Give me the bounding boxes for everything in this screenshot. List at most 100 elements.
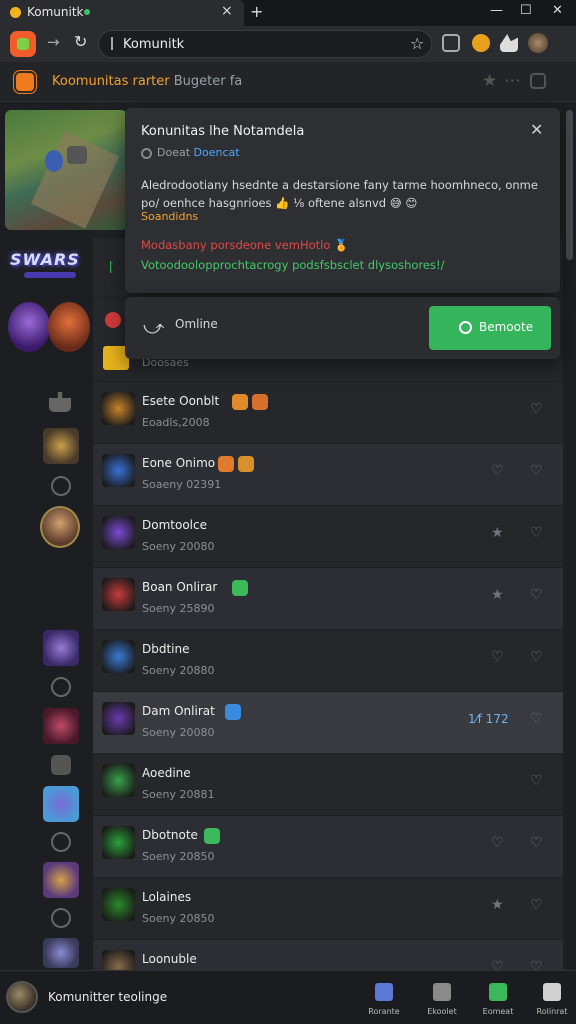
nav-item[interactable]: Rolinrat: [532, 977, 572, 1021]
forward-arrow-icon[interactable]: →: [47, 33, 60, 51]
heart-icon[interactable]: ♡: [530, 773, 543, 789]
row-thumbnail: [102, 516, 135, 549]
game-brand-logo[interactable]: SWARS: [10, 244, 90, 286]
maximize-button[interactable]: ☐: [520, 3, 532, 18]
champion-thumbnail[interactable]: [43, 428, 79, 464]
extensions-puzzle-icon[interactable]: [500, 34, 518, 52]
star-icon[interactable]: ★: [491, 897, 504, 913]
featured-game-image[interactable]: [5, 110, 127, 230]
community-logo-icon[interactable]: [14, 71, 36, 93]
sidebar-circle-icon[interactable]: [51, 832, 71, 852]
heart-icon[interactable]: ♡: [530, 463, 543, 479]
row-thumbnail: [102, 640, 135, 673]
reload-icon[interactable]: ↻: [74, 32, 87, 51]
primary-action-button[interactable]: Bemoote: [429, 306, 551, 350]
heart-icon[interactable]: ♡: [530, 835, 543, 851]
settings-icon[interactable]: [530, 73, 546, 89]
table-row[interactable]: Dbotnote Soeny 20850 ♡ ♡: [93, 816, 563, 878]
row-subtitle: Soeny 20880: [142, 664, 215, 677]
table-row[interactable]: Boan Onlirar Soeny 25890 ★ ♡: [93, 568, 563, 630]
brand-wordmark-image: SWARS: [10, 250, 80, 269]
like-icon[interactable]: ♡: [491, 835, 504, 851]
row-name: Lolaines: [142, 890, 192, 904]
nav-item[interactable]: Ekoolet: [422, 977, 462, 1021]
row-subtitle: Soeny 20850: [142, 912, 215, 925]
action-card: ⤻ Omline Bemoote: [125, 297, 560, 359]
popup-success-text: Votoodoolopprochtacrogy podsfsbsclet dly…: [141, 258, 445, 272]
table-row[interactable]: Lolaines Soeny 20850 ★ ♡: [93, 878, 563, 940]
sidebar-circle-icon[interactable]: [51, 677, 71, 697]
row-count: 1⁄f 172: [468, 712, 509, 726]
star-icon[interactable]: ★: [491, 587, 504, 603]
sidebar-circle-icon[interactable]: [51, 476, 71, 496]
nav-item-icon: [489, 983, 507, 1001]
nav-item-label: Rorante: [368, 1007, 400, 1016]
close-window-button[interactable]: ✕: [552, 3, 563, 18]
table-row[interactable]: Dam Onlirat Soeny 20080 1⁄f 172 ♡: [93, 692, 563, 754]
player-avatar[interactable]: [40, 506, 80, 548]
champion-thumbnail[interactable]: [43, 862, 79, 898]
popup-meta-link[interactable]: Doencat: [194, 146, 240, 159]
table-row[interactable]: Eone Onimo Soaeny 02391 ♡ ♡: [93, 444, 563, 506]
share-arrow-icon[interactable]: ⤻: [143, 315, 164, 339]
address-bar[interactable]: Komunitk ☆: [98, 30, 432, 58]
status-badge: [218, 456, 234, 472]
row-subtitle: Soeny 20080: [142, 726, 215, 739]
champion-avatar[interactable]: [8, 302, 50, 352]
favorite-star-icon[interactable]: ★: [482, 71, 497, 91]
nav-item[interactable]: Rorante: [364, 977, 404, 1021]
profile-avatar[interactable]: [6, 981, 38, 1013]
heart-icon[interactable]: ♡: [530, 711, 543, 727]
profile-name: Komunitter teolinge: [48, 990, 168, 1004]
like-icon[interactable]: ♡: [491, 463, 504, 479]
popup-meta: Doeat Doencat: [157, 146, 240, 159]
like-icon[interactable]: ♡: [491, 649, 504, 665]
heart-icon[interactable]: ♡: [530, 525, 543, 541]
tab-close-button[interactable]: ×: [221, 3, 233, 19]
app-logo-icon[interactable]: [10, 31, 36, 57]
champion-thumbnail[interactable]: [43, 786, 79, 822]
more-options-icon[interactable]: ⋯: [504, 71, 521, 91]
popup-title: Konunitas lhe Notamdela: [141, 124, 305, 139]
list-item-marker: [: [109, 260, 114, 274]
table-row[interactable]: Aoedine Soeny 20881 ♡: [93, 754, 563, 816]
site-info-icon[interactable]: [111, 37, 117, 50]
popup-warning-text: Modasbany porsdeone vemHotlo 🏅: [141, 238, 349, 252]
row-subtitle: Soaeny 02391: [142, 478, 222, 491]
browser-tab[interactable]: Komunitk ×: [0, 0, 244, 26]
heart-icon[interactable]: ♡: [530, 401, 543, 417]
heart-icon[interactable]: ♡: [530, 897, 543, 913]
brand-logo-bar: [24, 272, 76, 278]
status-badge: [204, 828, 220, 844]
extension-cookie-icon[interactable]: [472, 34, 490, 52]
reader-mode-icon[interactable]: [442, 34, 460, 52]
row-subtitle: Eoadls,2008: [142, 416, 210, 429]
champion-thumbnail[interactable]: [43, 708, 79, 744]
minimize-button[interactable]: —: [490, 3, 503, 18]
star-icon[interactable]: ★: [491, 525, 504, 541]
champion-avatar[interactable]: [48, 302, 90, 352]
table-row[interactable]: Dbdtine Soeny 20880 ♡ ♡: [93, 630, 563, 692]
address-bar-url[interactable]: Komunitk: [123, 37, 184, 52]
row-subtitle: Soeny 20080: [142, 540, 215, 553]
champion-thumbnail[interactable]: [43, 938, 79, 968]
nav-item[interactable]: Eomeat: [478, 977, 518, 1021]
status-badge: [232, 580, 248, 596]
tab-title: Komunitk: [27, 5, 84, 19]
table-row[interactable]: Esete Oonblt Eoadls,2008 ♡: [93, 382, 563, 444]
bottom-navigation: Komunitter teolinge Rorante Ekoolet Eome…: [0, 970, 576, 1024]
status-badge: [238, 456, 254, 472]
scrollbar-thumb[interactable]: [566, 110, 573, 260]
new-tab-button[interactable]: +: [250, 2, 263, 21]
status-badge: [225, 704, 241, 720]
heart-icon[interactable]: ♡: [530, 649, 543, 665]
sidebar-square-icon[interactable]: [51, 755, 71, 775]
popup-close-button[interactable]: ✕: [530, 120, 543, 139]
sidebar-circle-icon[interactable]: [51, 908, 71, 928]
status-badge: [252, 394, 268, 410]
bookmark-star-icon[interactable]: ☆: [410, 34, 424, 53]
table-row[interactable]: Domtoolce Soeny 20080 ★ ♡: [93, 506, 563, 568]
heart-icon[interactable]: ♡: [530, 587, 543, 603]
profile-avatar-icon[interactable]: [528, 33, 548, 53]
champion-thumbnail[interactable]: [43, 630, 79, 666]
